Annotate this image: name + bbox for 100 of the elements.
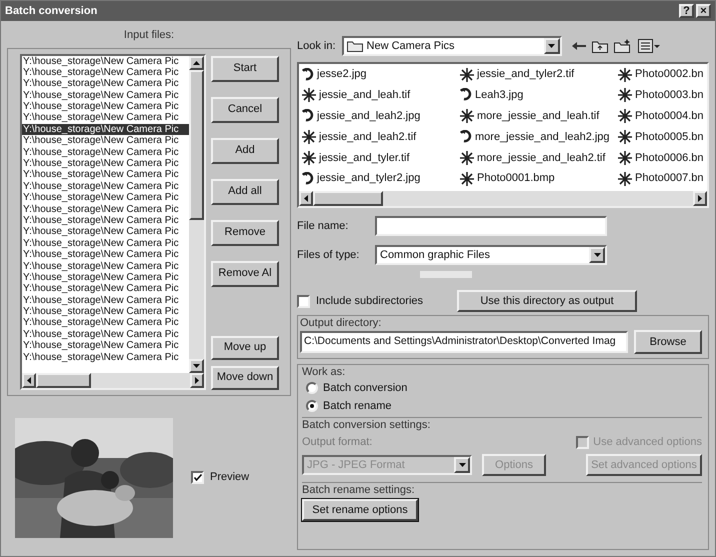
list-item[interactable]: Y:\house_storage\New Camera Pic (22, 124, 189, 136)
file-list[interactable] (297, 62, 709, 208)
action-button[interactable]: Add all (211, 178, 279, 204)
list-item[interactable]: Y:\house_storage\New Camera Pic (22, 204, 189, 215)
list-item[interactable]: Y:\house_storage\New Camera Pic (22, 146, 189, 158)
list-item[interactable]: Y:\house_storage\New Camera Pic (22, 260, 189, 272)
group-label: Batch rename settings: (302, 483, 416, 497)
list-item[interactable]: Y:\house_storage\New Camera Pic (22, 340, 189, 352)
list-item[interactable]: Y:\house_storage\New Camera Pic (22, 112, 189, 124)
new-folder-icon (614, 39, 632, 53)
file-item[interactable]: jessie_and_tyler2.tif (459, 66, 617, 83)
list-item[interactable]: Y:\house_storage\New Camera Pic (22, 192, 189, 204)
scroll-left-icon (27, 376, 31, 384)
file-item[interactable]: Photo0005.bn (617, 128, 707, 146)
list-item[interactable]: Y:\house_storage\New Camera Pic (22, 66, 189, 78)
list-item[interactable]: Y:\house_storage\New Camera Pic (22, 78, 189, 90)
checkbox-label: Use advanced options (593, 434, 702, 450)
action-button[interactable]: Move up (211, 336, 279, 360)
star-icon (617, 88, 633, 102)
list-item[interactable]: Y:\house_storage\New Camera Pic (22, 90, 189, 102)
file-item[interactable]: jessie_and_leah2.tif (301, 128, 459, 146)
list-item[interactable]: Y:\house_storage\New Camera Pic (22, 101, 189, 112)
dropdown-arrow-button[interactable] (544, 38, 560, 54)
window-title: Batch conversion (5, 4, 98, 19)
file-item[interactable]: jessie_and_leah.tif (301, 86, 459, 104)
use-directory-button[interactable]: Use this directory as output (457, 290, 637, 312)
file-item[interactable]: more_jessie_and_leah2.jpg (459, 128, 617, 146)
group-label: Work as: (302, 365, 346, 379)
action-button[interactable]: Add (211, 138, 279, 164)
checkbox-label: Preview (210, 470, 250, 486)
checkbox[interactable] (191, 471, 204, 484)
action-button[interactable]: Remove Al (211, 260, 279, 286)
list-item[interactable]: Y:\house_storage\New Camera Pic (22, 158, 189, 170)
rename-options-button[interactable]: Set rename options (302, 499, 418, 521)
radio-label: Batch conversion (323, 380, 408, 396)
star-icon (617, 150, 633, 165)
list-item[interactable]: Y:\house_storage\New Camera Pic (22, 56, 189, 67)
list-item[interactable]: Y:\house_storage\New Camera Pic (22, 226, 189, 238)
file-item[interactable]: Leah3.jpg (459, 86, 617, 104)
list-item[interactable]: Y:\house_storage\New Camera Pic (22, 249, 189, 261)
action-button[interactable]: Start (211, 56, 279, 82)
file-item[interactable]: jessie_and_leah2.jpg (301, 108, 459, 125)
star-icon (617, 109, 633, 124)
scrollbar-thumb[interactable] (313, 191, 383, 206)
group-label: Batch conversion settings: (302, 418, 432, 432)
radio-button[interactable] (306, 400, 318, 412)
list-item[interactable]: Y:\house_storage\New Camera Pic (22, 180, 189, 192)
file-name-field[interactable] (375, 216, 607, 236)
field-label: Output format: (302, 434, 372, 450)
field-label: Files of type: (297, 248, 360, 263)
list-item[interactable]: Y:\house_storage\New Camera Pic (22, 306, 189, 318)
input-file-list[interactable] (20, 54, 206, 390)
list-item[interactable]: Y:\house_storage\New Camera Pic (22, 352, 189, 364)
caret-icon (548, 44, 556, 48)
vertical-scrollbar[interactable] (189, 56, 204, 372)
file-type-dropdown[interactable]: Common graphic Files (375, 245, 607, 265)
help-button[interactable]: ? (679, 4, 694, 18)
list-item[interactable]: Y:\house_storage\New Camera Pic (22, 328, 189, 340)
close-button[interactable]: × (696, 4, 711, 18)
folder-icon (346, 40, 363, 52)
radio-button[interactable] (306, 382, 318, 394)
list-item[interactable]: Y:\house_storage\New Camera Pic (22, 135, 189, 147)
scrollbar-thumb[interactable] (189, 70, 204, 220)
list-item[interactable]: Y:\house_storage\New Camera Pic (22, 238, 189, 250)
checkbox[interactable] (297, 294, 310, 308)
checkbox-label: Include subdirectories (316, 294, 424, 309)
horizontal-scrollbar[interactable] (22, 372, 204, 388)
browse-button[interactable]: Browse (634, 330, 702, 354)
action-button[interactable]: Cancel (211, 96, 279, 122)
output-directory-field[interactable]: C:\Documents and Settings\Administrator\Desktop\Converted Imag (300, 331, 628, 353)
dropdown-arrow-button[interactable] (589, 247, 605, 263)
action-button[interactable]: Move down (211, 366, 279, 390)
back-arrow-icon (572, 41, 586, 51)
file-item[interactable]: Photo0001.bmp (459, 170, 617, 188)
dropdown-value: Common graphic Files (380, 248, 490, 263)
file-item[interactable]: more_jessie_and_leah2.tif (459, 149, 617, 166)
list-item[interactable]: Y:\house_storage\New Camera Pic (22, 283, 189, 295)
field-label: Look in: (297, 38, 336, 54)
list-item[interactable]: Y:\house_storage\New Camera Pic (22, 169, 189, 181)
file-item[interactable]: Photo0007.bn (617, 170, 707, 188)
list-item[interactable]: Y:\house_storage\New Camera Pic (22, 214, 189, 226)
list-item[interactable]: Y:\house_storage\New Camera Pic (22, 272, 189, 284)
look-in-dropdown[interactable]: New Camera Pics (342, 36, 562, 56)
file-item[interactable]: jessie_and_tyler.tif (301, 149, 459, 166)
star-icon (301, 150, 317, 165)
file-item[interactable]: Photo0006.bn (617, 149, 707, 166)
scrollbar-thumb[interactable] (36, 372, 91, 388)
scroll-right-icon (698, 195, 702, 202)
file-item[interactable]: jesse2.jpg (301, 66, 459, 83)
star-icon (617, 68, 633, 82)
file-item[interactable]: Photo0003.bn (617, 86, 707, 104)
list-item[interactable]: Y:\house_storage\New Camera Pic (22, 317, 189, 329)
list-item[interactable]: Y:\house_storage\New Camera Pic (22, 294, 189, 306)
file-item[interactable]: jessie_and_tyler2.jpg (301, 170, 459, 188)
file-item[interactable]: Photo0004.bn (617, 108, 707, 125)
action-button[interactable]: Remove (211, 220, 279, 246)
file-item[interactable]: Photo0002.bn (617, 66, 707, 83)
file-item[interactable]: more_jessie_and_leah.tif (459, 108, 617, 125)
scroll-up-icon (193, 60, 200, 64)
horizontal-scrollbar[interactable] (299, 191, 707, 206)
